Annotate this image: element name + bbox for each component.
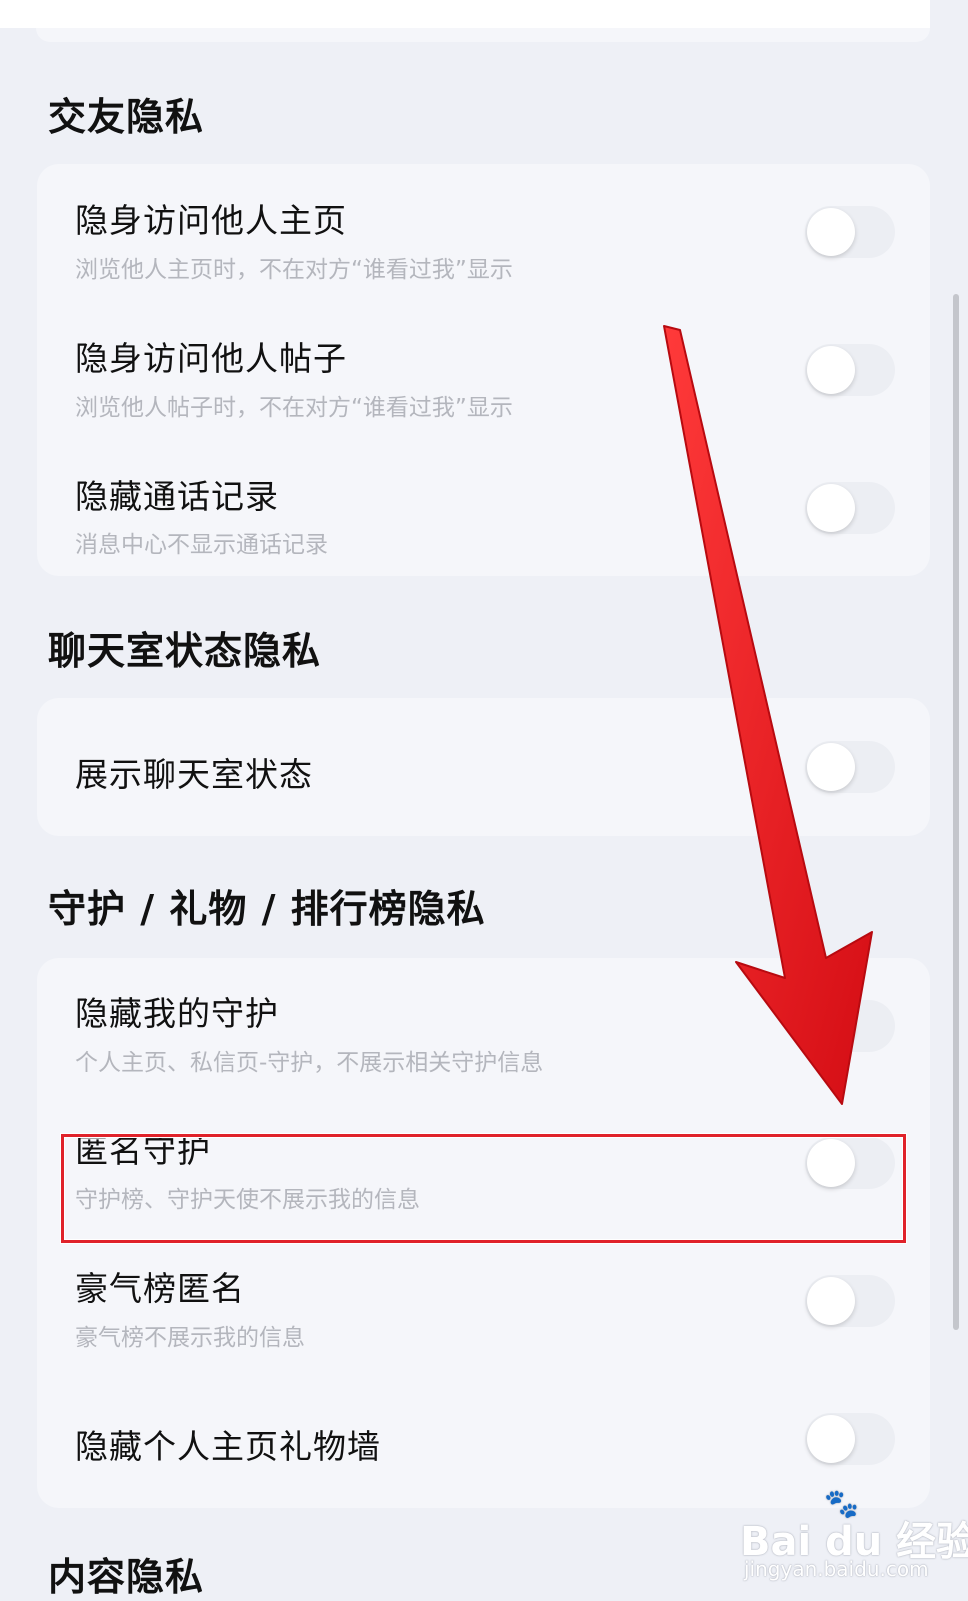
red-arrow-annotation: [663, 325, 873, 1105]
watermark-url: jingyan.baidu.com: [744, 1557, 929, 1581]
arrow-shape: [663, 325, 873, 1105]
baidu-jingyan-watermark: 🐾 Bai du 经验 jingyan.baidu.com: [740, 1487, 968, 1585]
scrollbar[interactable]: [953, 294, 959, 1330]
